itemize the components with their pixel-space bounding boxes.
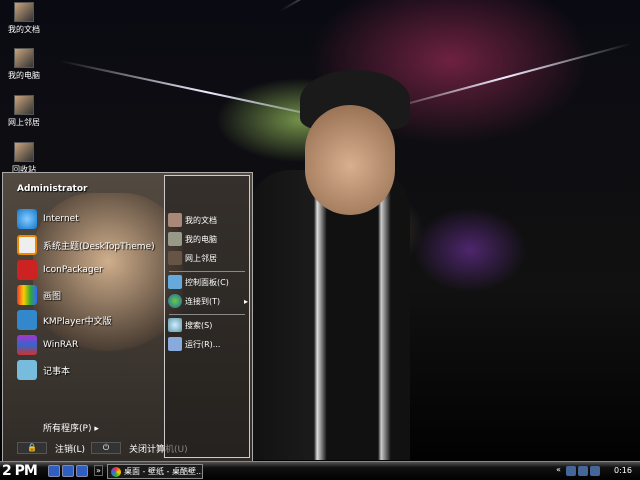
quicklaunch-overflow-button[interactable]: » (94, 465, 103, 476)
right-item-search[interactable]: 搜索(S) (168, 318, 248, 332)
tray-volume-icon[interactable] (590, 466, 600, 476)
notepad-icon (17, 360, 37, 380)
separator (169, 314, 245, 315)
recycle-bin-icon (14, 142, 34, 162)
program-label: 记事本 (43, 366, 71, 377)
quicklaunch-desktop-icon[interactable] (76, 465, 88, 477)
program-label: 系统主题(DeskTopTheme) (43, 241, 155, 252)
browser-icon (111, 467, 121, 477)
my-computer-icon (168, 232, 182, 246)
iconpackager-icon (17, 260, 37, 280)
light-beam (279, 0, 454, 12)
clock[interactable]: 0:16 (614, 466, 632, 475)
tray-network-icon[interactable] (578, 466, 588, 476)
item-label: 我的电脑 (185, 234, 217, 244)
right-item-my-documents[interactable]: 我的文档 (168, 213, 248, 227)
right-item-network[interactable]: 网上邻居 (168, 251, 248, 265)
network-icon (14, 95, 34, 115)
icon-label: 我的电脑 (8, 71, 40, 80)
my-documents-icon (168, 213, 182, 227)
power-icon: ⏻ (91, 442, 121, 454)
desktop-icon-recycle-bin[interactable]: 回收站 (2, 142, 46, 175)
program-paint[interactable]: 画图 (17, 285, 61, 305)
theme-icon (17, 235, 37, 255)
control-panel-icon (168, 275, 182, 289)
item-label: 控制面板(C) (185, 277, 229, 287)
item-label: 运行(R)... (185, 339, 221, 349)
user-name: Administrator (17, 184, 88, 194)
system-tray (566, 466, 600, 476)
light-beam (379, 42, 632, 112)
start-menu: Administrator Internet 系统主题(DeskTopTheme… (2, 172, 253, 462)
search-icon (168, 318, 182, 332)
winrar-icon (17, 335, 37, 355)
right-item-connect-to[interactable]: 连接到(T) ▸ (168, 294, 248, 308)
run-icon (168, 337, 182, 351)
lock-icon: 🔒 (17, 442, 47, 454)
logoff-button[interactable]: 🔒 注销(L) (17, 441, 85, 455)
program-iconpackager[interactable]: IconPackager (17, 260, 103, 280)
taskbar-task-button[interactable]: 桌面 - 壁纸 - 桌酷壁... (107, 464, 203, 479)
my-computer-icon (14, 48, 34, 68)
desktop-icon-my-documents[interactable]: 我的文档 (2, 2, 46, 35)
task-label: 桌面 - 壁纸 - 桌酷壁... (124, 467, 203, 476)
program-kmplayer[interactable]: KMPlayer中文版 (17, 310, 112, 330)
start-button[interactable]: 2 PM (2, 463, 38, 479)
wallpaper-person (250, 170, 410, 460)
tray-expand-button[interactable]: « (556, 465, 561, 474)
start-menu-right-column: 我的文档 我的电脑 网上邻居 控制面板(C) 连接到(T) ▸ 搜索(S) 运行(… (164, 175, 250, 458)
submenu-arrow-icon: ▸ (243, 296, 248, 306)
program-theme[interactable]: 系统主题(DeskTopTheme) (17, 235, 155, 255)
program-label: 画图 (43, 291, 62, 302)
right-item-control-panel[interactable]: 控制面板(C) (168, 275, 248, 289)
ie-icon (17, 209, 37, 229)
item-label: 连接到(T) (185, 296, 221, 306)
right-item-my-computer[interactable]: 我的电脑 (168, 232, 248, 246)
logoff-label: 注销(L) (55, 444, 86, 455)
program-internet[interactable]: Internet (17, 209, 79, 229)
wallpaper-face (305, 105, 395, 215)
right-item-run[interactable]: 运行(R)... (168, 337, 248, 351)
all-programs-button[interactable]: 所有程序(P) ▸ (43, 421, 99, 434)
item-label: 我的文档 (185, 215, 217, 225)
paint-icon (17, 285, 37, 305)
globe-icon (168, 294, 182, 308)
item-label: 搜索(S) (185, 320, 213, 330)
desktop-icon-network[interactable]: 网上邻居 (2, 95, 46, 128)
kmplayer-icon (17, 310, 37, 330)
network-icon (168, 251, 182, 265)
program-label: WinRAR (43, 340, 79, 350)
icon-label: 网上邻居 (8, 118, 40, 127)
quicklaunch-ie-icon[interactable] (48, 465, 60, 477)
program-label: KMPlayer中文版 (43, 316, 112, 327)
program-notepad[interactable]: 记事本 (17, 360, 70, 380)
all-programs-label: 所有程序(P) (43, 424, 92, 434)
taskbar: 2 PM » 桌面 - 壁纸 - 桌酷壁... « 0:16 (0, 461, 640, 480)
separator (169, 271, 245, 272)
quicklaunch-browser-icon[interactable] (62, 465, 74, 477)
item-label: 网上邻居 (185, 253, 217, 263)
program-label: Internet (43, 214, 79, 224)
desktop-icon-my-computer[interactable]: 我的电脑 (2, 48, 46, 81)
icon-label: 我的文档 (8, 25, 40, 34)
program-label: IconPackager (43, 265, 103, 275)
tray-app-icon[interactable] (566, 466, 576, 476)
my-documents-icon (14, 2, 34, 22)
program-winrar[interactable]: WinRAR (17, 335, 78, 355)
